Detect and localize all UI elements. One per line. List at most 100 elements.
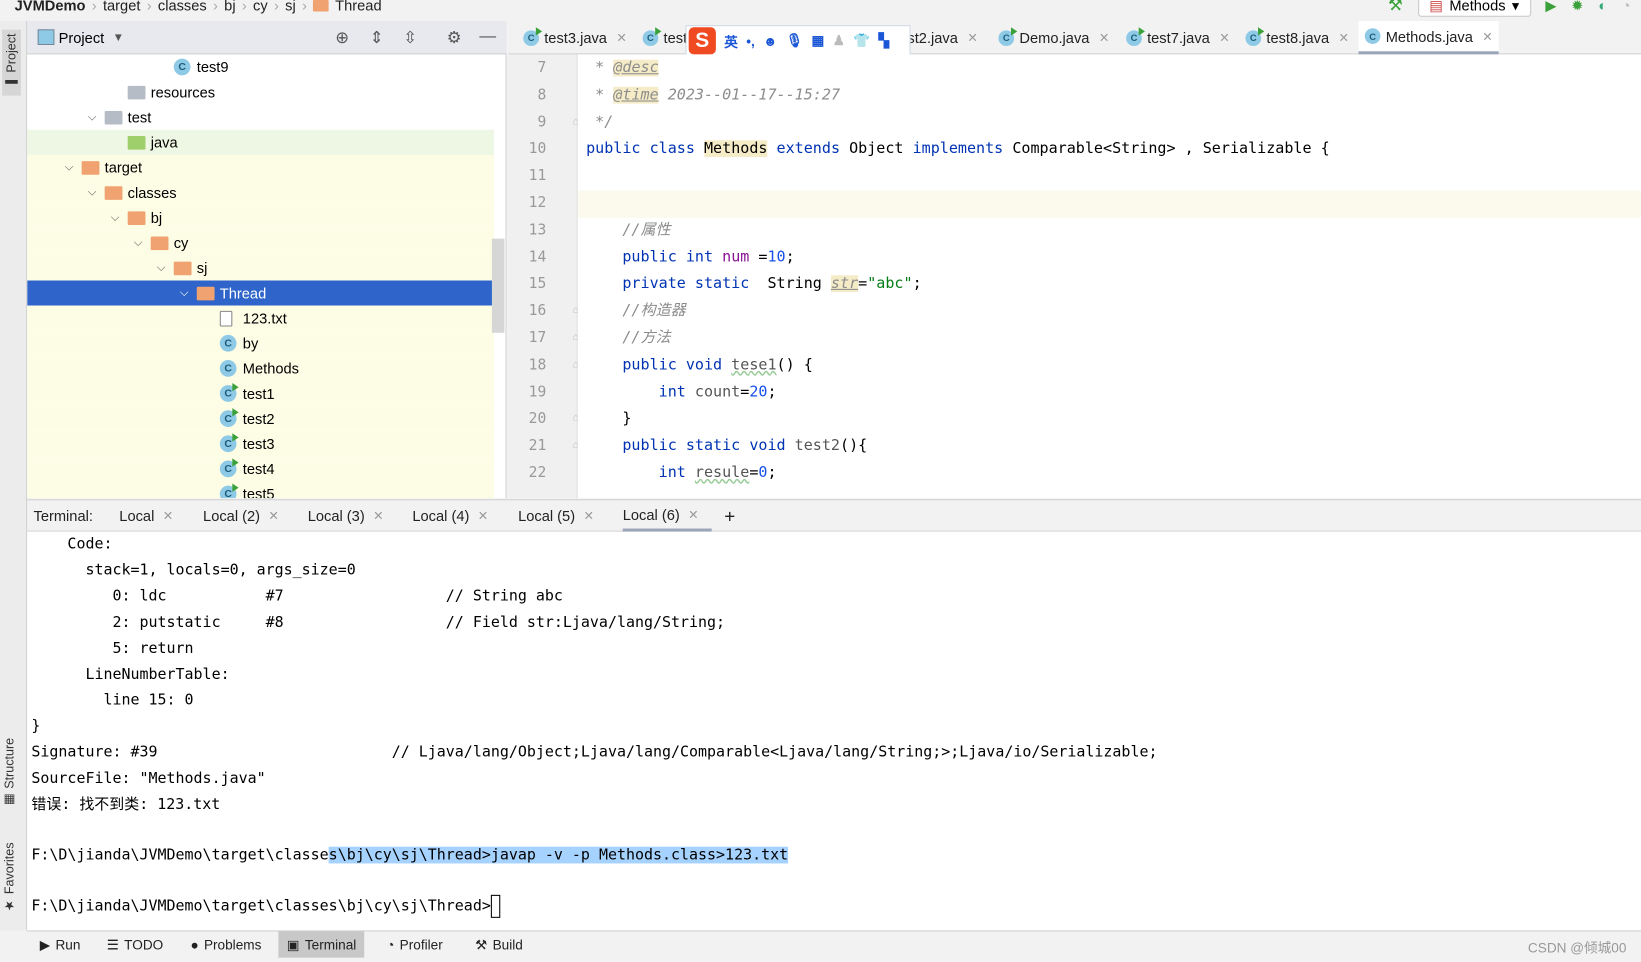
tree-item-test[interactable]: ⌵test — [27, 105, 494, 130]
chevron-down-icon[interactable]: ⌵ — [155, 261, 168, 275]
profile-icon[interactable]: ◔ — [1622, 0, 1631, 14]
chevron-down-icon[interactable]: ⌵ — [109, 211, 122, 225]
breadcrumb-item[interactable]: classes — [158, 0, 207, 14]
editor-tab-test7-java[interactable]: Ctest7.java✕ — [1120, 21, 1236, 54]
tree-item-by[interactable]: Cby — [27, 331, 494, 356]
chevron-down-icon[interactable]: ⌵ — [63, 161, 76, 175]
chevron-down-icon[interactable]: ⌵ — [86, 186, 99, 200]
breadcrumb-item[interactable]: bj — [224, 0, 235, 14]
tab-label: Local (2) — [203, 508, 260, 525]
microphone-icon[interactable]: 🎙 — [786, 32, 803, 49]
tool-window-run[interactable]: ▶Run — [31, 931, 88, 957]
close-icon[interactable]: ✕ — [268, 509, 279, 524]
gear-icon[interactable]: ⚙ — [444, 27, 465, 48]
tree-item-test2[interactable]: Ctest2 — [27, 406, 494, 431]
code-token: str — [831, 276, 858, 293]
tool-window-build[interactable]: ⚒Build — [467, 931, 531, 957]
close-icon[interactable]: ✕ — [1482, 29, 1493, 44]
close-icon[interactable]: ✕ — [688, 507, 699, 522]
close-icon[interactable]: ✕ — [1339, 30, 1350, 45]
tree-item-sj[interactable]: ⌵sj — [27, 255, 494, 280]
editor-tab-demo-java[interactable]: CDemo.java✕ — [992, 21, 1115, 54]
tree-item-java[interactable]: java — [27, 130, 494, 155]
emoji-icon[interactable]: ☻ — [763, 33, 777, 49]
run-config-select[interactable]: ▤Methods▾ — [1418, 0, 1531, 17]
collapse-all-icon[interactable]: ⇳ — [400, 27, 421, 48]
keyboard-icon[interactable]: ▦ — [812, 32, 825, 49]
apps-icon[interactable]: ▚ — [879, 32, 889, 49]
terminal-tab-1[interactable]: Local✕ — [119, 500, 185, 531]
structure-tool-label: Structure — [2, 738, 17, 789]
terminal-prompt-line[interactable]: F:\D\jianda\JVMDemo\target\classes\bj\cy… — [31, 893, 500, 919]
close-icon[interactable]: ✕ — [478, 509, 489, 524]
project-view-selector[interactable]: Project — [59, 29, 105, 46]
terminal-tab-5[interactable]: Local (5)✕ — [518, 500, 606, 531]
tree-item-test5[interactable]: Ctest5 — [27, 481, 494, 498]
tool-window-profiler[interactable]: ◔Profiler — [378, 931, 451, 957]
chevron-down-icon[interactable]: ⌵ — [178, 286, 191, 300]
ime-language-toggle[interactable]: 英 — [724, 31, 738, 51]
breadcrumb-item[interactable]: JVMDemo — [15, 0, 86, 14]
favorites-tool-tab[interactable]: ★Favorites — [2, 843, 17, 913]
editor-tab-methods-java[interactable]: CMethods.java✕ — [1358, 21, 1499, 54]
close-icon[interactable]: ✕ — [1099, 30, 1110, 45]
editor-tab-test3-java[interactable]: Ctest3.java✕ — [517, 21, 633, 54]
user-icon[interactable]: ♟ — [833, 32, 845, 49]
tree-item-methods[interactable]: CMethods — [27, 356, 494, 381]
terminal-output[interactable]: Code: stack=1, locals=0, args_size=0 0: … — [27, 532, 1641, 931]
minimize-icon[interactable]: — — [477, 27, 498, 46]
tree-item-thread[interactable]: ⌵Thread — [27, 280, 494, 305]
terminal-tab-3[interactable]: Local (3)✕ — [308, 500, 396, 531]
tree-item-test3[interactable]: Ctest3 — [27, 431, 494, 456]
add-terminal-icon[interactable]: + — [724, 500, 735, 531]
run-icon[interactable]: ▶ — [1545, 0, 1556, 14]
terminal-tab-6[interactable]: Local (6)✕ — [623, 500, 711, 531]
tree-item-target[interactable]: ⌵target — [27, 155, 494, 180]
skin-icon[interactable]: 👕 — [853, 32, 870, 49]
code-editor[interactable]: * @desc * @time 2023--01--17--15:27 */pu… — [578, 54, 1641, 498]
ime-punctuation-toggle[interactable]: •, — [746, 33, 755, 49]
chevron-down-icon[interactable]: ⌵ — [132, 236, 145, 250]
problems-icon: ● — [190, 937, 198, 953]
close-icon[interactable]: ✕ — [967, 30, 978, 45]
tree-scrollbar[interactable] — [492, 239, 505, 333]
tool-window-terminal[interactable]: ▣Terminal — [278, 931, 364, 957]
close-icon[interactable]: ✕ — [583, 509, 594, 524]
tree-item-test4[interactable]: Ctest4 — [27, 456, 494, 481]
tool-window-problems[interactable]: ●Problems — [182, 931, 270, 957]
tree-item-bj[interactable]: ⌵bj — [27, 205, 494, 230]
close-icon[interactable]: ✕ — [1219, 30, 1230, 45]
tree-item-classes[interactable]: ⌵classes — [27, 180, 494, 205]
breadcrumb-item[interactable]: sj — [285, 0, 296, 14]
sogou-logo-icon[interactable]: S — [689, 27, 716, 54]
tree-item-resources[interactable]: resources — [27, 80, 494, 105]
tree-item-cy[interactable]: ⌵cy — [27, 230, 494, 255]
terminal-tab-2[interactable]: Local (2) ✕ — [203, 500, 291, 531]
chevron-down-icon[interactable]: ▼ — [113, 31, 124, 44]
folder-icon — [151, 236, 169, 250]
close-icon[interactable]: ✕ — [373, 509, 384, 524]
locate-icon[interactable]: ⊕ — [332, 27, 353, 48]
terminal-tab-4[interactable]: Local (4)✕ — [412, 500, 500, 531]
breadcrumb-item[interactable]: target — [103, 0, 140, 14]
expand-all-icon[interactable]: ⇕ — [366, 27, 387, 48]
close-icon[interactable]: ✕ — [616, 30, 627, 45]
editor-tab-test8-java[interactable]: Ctest8.java✕ — [1239, 21, 1355, 54]
star-icon: ★ — [2, 898, 17, 913]
tree-item-123-txt[interactable]: 123.txt — [27, 306, 494, 331]
debug-icon[interactable]: ✹ — [1571, 0, 1583, 14]
terminal-command-line: F:\D\jianda\JVMDemo\target\classes\bj\cy… — [31, 842, 788, 868]
ime-toolbar: S 英 •, ☻ 🎙 ▦ ♟ 👕 ▚ — [686, 25, 911, 56]
tool-window-todo[interactable]: ☰TODO — [98, 931, 171, 957]
close-icon[interactable]: ✕ — [163, 509, 174, 524]
chevron-down-icon[interactable]: ⌵ — [86, 110, 99, 124]
tree-item-test1[interactable]: Ctest1 — [27, 381, 494, 406]
breadcrumb-item[interactable]: cy — [253, 0, 268, 14]
tree-item-test9[interactable]: Ctest9 — [27, 54, 494, 79]
hammer-icon[interactable]: ⚒ — [1388, 0, 1403, 16]
structure-tool-tab[interactable]: ▦Structure — [2, 738, 17, 808]
breadcrumb-item[interactable]: Thread — [335, 0, 381, 14]
project-tool-tab[interactable]: ▬Project — [2, 29, 21, 95]
coverage-icon[interactable]: ◐ — [1598, 0, 1607, 14]
project-tree: Ctest9resources⌵testjava⌵target⌵classes⌵… — [27, 54, 506, 498]
